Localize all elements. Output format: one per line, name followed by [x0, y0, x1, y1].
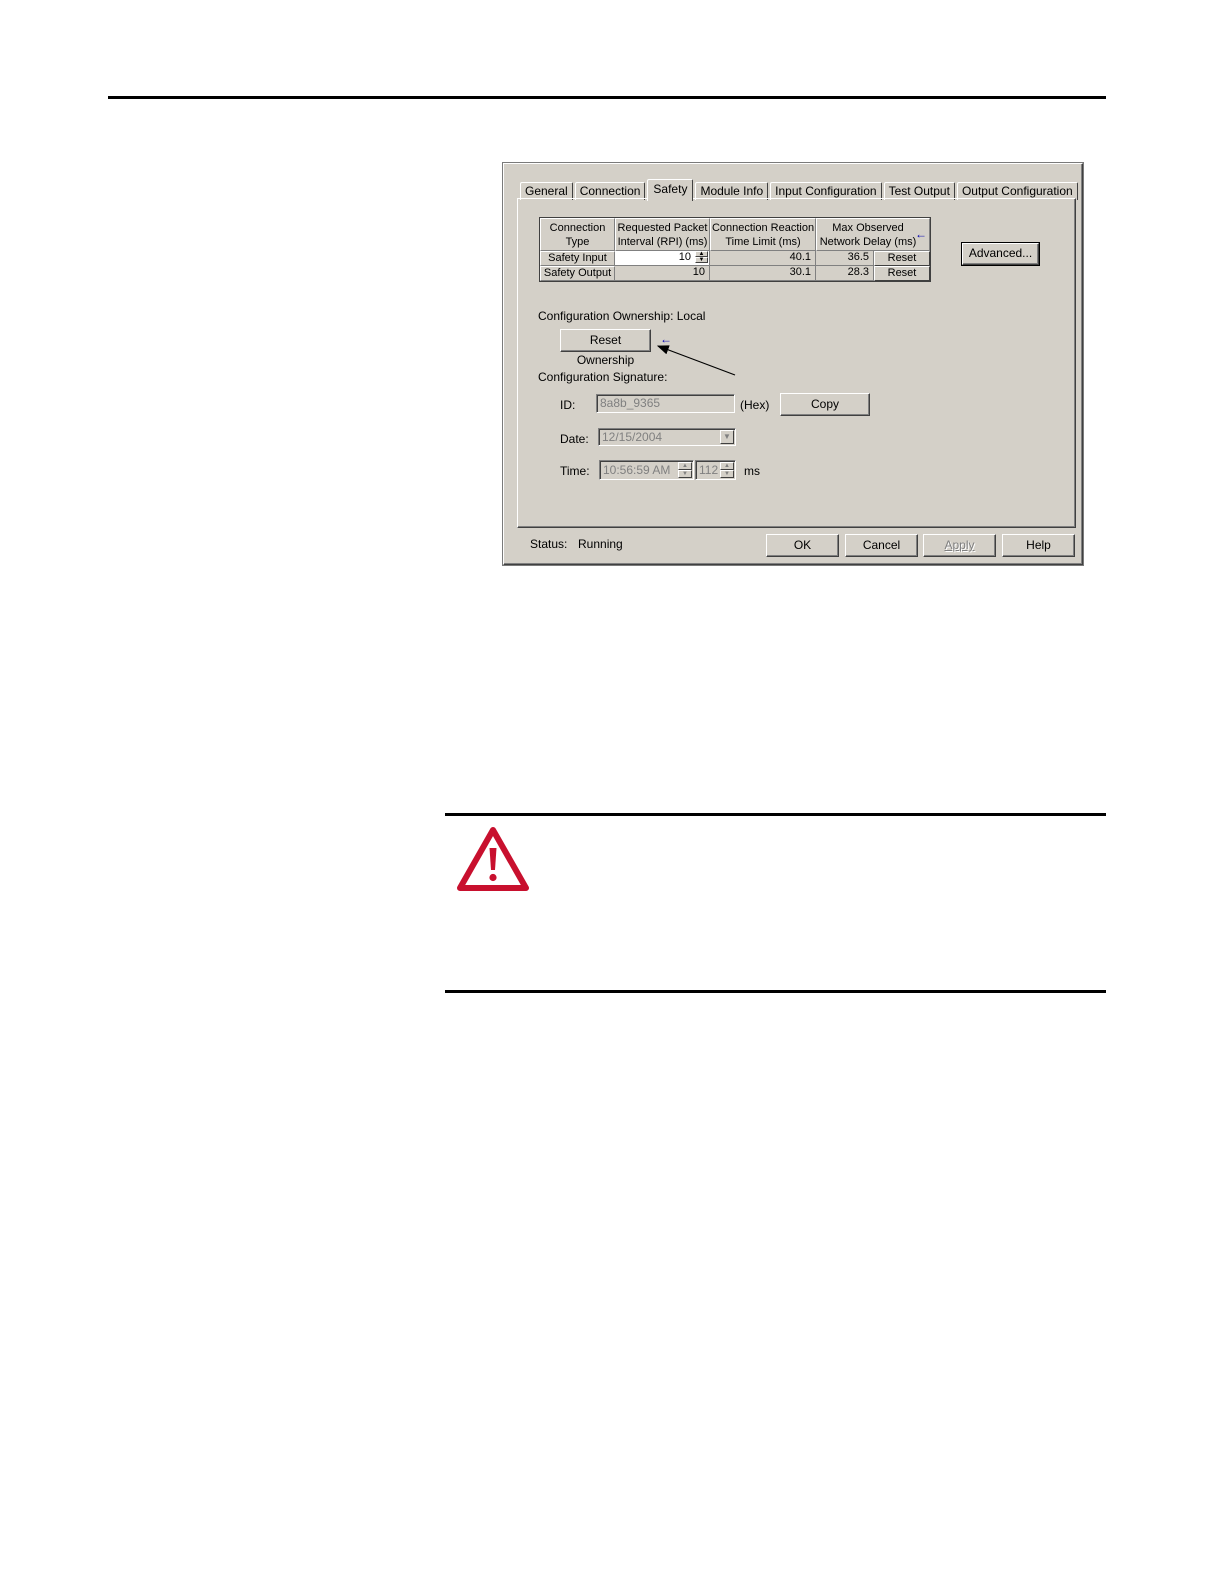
grid-row-safety-output: Safety Output 10 30.1 28.3 Reset [540, 266, 930, 281]
tab-safety[interactable]: Safety [647, 179, 694, 201]
header-rpi: Requested Packet Interval (RPI) (ms) [615, 218, 710, 251]
grid-row-safety-input: Safety Input 10 ▲ ▼ 40.1 36.5 Reset [540, 251, 930, 266]
row-rpi[interactable]: 10 [615, 266, 710, 281]
cancel-button[interactable]: Cancel [845, 534, 918, 557]
header-reaction-time: Connection Reaction Time Limit (ms) [710, 218, 816, 251]
status-label: Status: [530, 537, 568, 551]
header-network-delay-label: Max Observed Network Delay (ms) [819, 221, 917, 248]
header-network-delay: Max Observed Network Delay (ms) ← [816, 218, 930, 251]
warning-bottom-rule [445, 990, 1106, 993]
rpi-input-editor[interactable]: 10 ▲ ▼ [615, 251, 710, 266]
chevron-down-icon[interactable]: ▼ [720, 430, 734, 444]
signature-ms-field[interactable]: 112 ▲ ▼ [695, 460, 736, 480]
time-spinner[interactable]: ▲ ▼ [678, 462, 692, 478]
spin-up-icon[interactable]: ▲ [678, 462, 692, 470]
safety-tab-panel: Connection Type Requested Packet Interva… [517, 198, 1076, 528]
spin-down-icon[interactable]: ▼ [678, 470, 692, 478]
configuration-ownership-label: Configuration Ownership: Local [538, 309, 706, 323]
row-network-delay: 36.5 [816, 251, 874, 266]
signature-ms-value: 112 [699, 463, 719, 477]
time-label: Time: [560, 464, 590, 478]
warning-top-rule [445, 813, 1106, 816]
hex-label: (Hex) [740, 398, 770, 412]
header-connection-type: Connection Type [540, 218, 615, 251]
id-label: ID: [560, 398, 576, 412]
warning-triangle-icon [457, 827, 529, 891]
grid-header-row: Connection Type Requested Packet Interva… [540, 218, 930, 251]
ok-button[interactable]: OK [766, 534, 839, 557]
left-arrow-icon: ← [915, 227, 927, 241]
row-network-delay: 28.3 [816, 266, 874, 281]
date-label: Date: [560, 432, 589, 446]
status-value: Running [578, 537, 623, 551]
signature-time-value: 10:56:59 AM [603, 463, 671, 477]
help-button[interactable]: Help [1002, 534, 1075, 557]
row-type: Safety Input [540, 251, 615, 266]
spin-down-icon[interactable]: ▼ [695, 257, 708, 263]
reset-ownership-button[interactable]: Reset Ownership [560, 329, 651, 367]
configuration-signature-label: Configuration Signature: [538, 370, 668, 384]
reset-delay-button-output[interactable]: Reset [874, 266, 930, 281]
connection-grid: Connection Type Requested Packet Interva… [539, 217, 931, 282]
row-reaction-time: 40.1 [710, 251, 816, 266]
advanced-button[interactable]: Advanced... [961, 242, 1040, 266]
copy-button[interactable]: Copy [780, 393, 870, 416]
module-properties-dialog: General Connection Safety Module Info In… [503, 163, 1083, 565]
signature-date-value: 12/15/2004 [602, 430, 663, 444]
reset-delay-button-input[interactable]: Reset [874, 251, 930, 266]
spin-down-icon[interactable]: ▼ [720, 470, 734, 478]
apply-button[interactable]: Apply [923, 534, 996, 557]
signature-id-field[interactable]: 8a8b_9365 [596, 394, 735, 413]
signature-time-field[interactable]: 10:56:59 AM ▲ ▼ [599, 460, 694, 480]
ms-label: ms [744, 464, 760, 478]
spin-up-icon[interactable]: ▲ [720, 462, 734, 470]
row-reaction-time: 30.1 [710, 266, 816, 281]
tab-strip: General Connection Safety Module Info In… [520, 178, 1080, 201]
rpi-spinner[interactable]: ▲ ▼ [695, 251, 708, 264]
ms-spinner[interactable]: ▲ ▼ [720, 462, 734, 478]
rpi-input-value: 10 [678, 251, 691, 263]
row-type: Safety Output [540, 266, 615, 281]
page-header-rule [108, 96, 1106, 99]
signature-date-field[interactable]: 12/15/2004 ▼ [598, 428, 736, 446]
left-arrow-icon: ← [660, 332, 672, 346]
